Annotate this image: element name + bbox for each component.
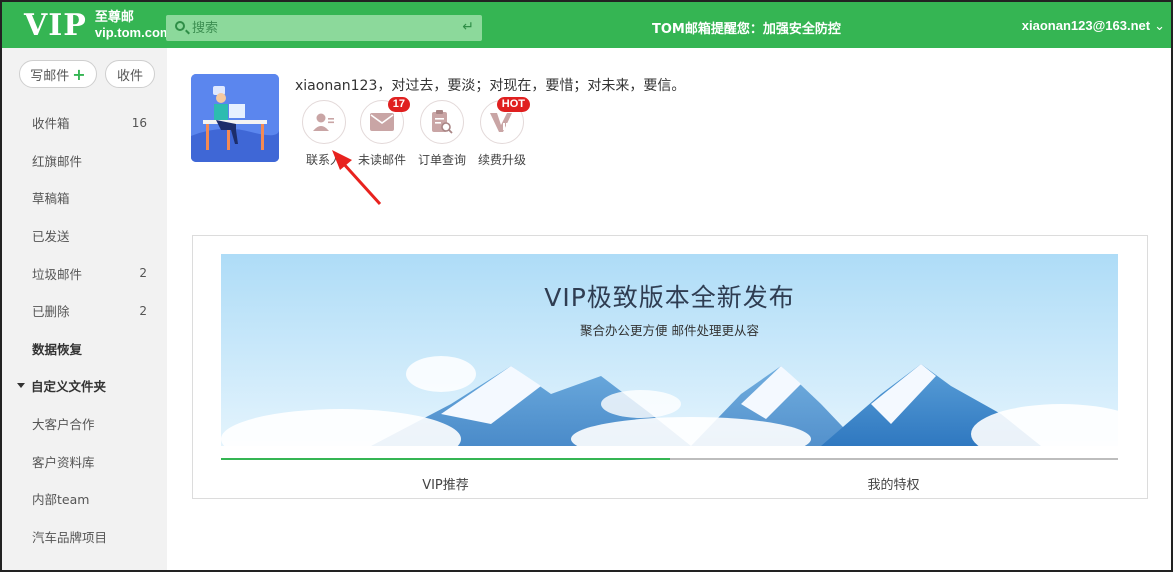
sidebar-item-inbox[interactable]: 收件箱 16 xyxy=(2,104,167,142)
banner-subtitle: 聚合办公更方便 邮件处理更从容 xyxy=(580,323,759,338)
account-email: xiaonan123@163.net xyxy=(1021,18,1151,33)
sidebar-item-data-recovery[interactable]: 数据恢复 xyxy=(2,330,167,368)
security-notice[interactable]: TOM邮箱提醒您：加强安全防控 xyxy=(652,18,841,37)
logo[interactable]: VIP 至尊邮 vip.tom.com xyxy=(24,7,172,43)
folder-list: 收件箱 16 红旗邮件 草稿箱 已发送 垃圾邮件 2 已删除 2 数据恢复 自定义文件… xyxy=(2,104,167,555)
promo-banner[interactable]: VIP极致版本全新发布 聚合办公更方便 邮件处理更从容 xyxy=(221,254,1118,446)
spam-count: 2 xyxy=(139,266,147,281)
unread-count: 16 xyxy=(131,115,147,130)
sidebar-item-deleted[interactable]: 已删除 2 xyxy=(2,292,167,330)
logo-cn-text: 至尊邮 xyxy=(94,10,134,25)
chevron-down-icon: ⌄ xyxy=(1154,18,1165,33)
search-icon xyxy=(175,21,185,31)
shortcut-renew-upgrade[interactable]: HOT 续费升级 xyxy=(472,97,532,168)
account-menu[interactable]: xiaonan123@163.net ⌄ xyxy=(1022,18,1165,34)
sidebar-item-flagged[interactable]: 红旗邮件 xyxy=(2,142,167,180)
tab-my-privileges[interactable]: 我的特权 xyxy=(669,474,1118,493)
top-bar: VIP 至尊邮 vip.tom.com ↵ TOM邮箱提醒您：加强安全防控 xi… xyxy=(2,2,1171,48)
sidebar-item-sent[interactable]: 已发送 xyxy=(2,217,167,255)
shortcut-orders[interactable]: 订单查询 xyxy=(412,100,472,168)
sidebar-item-spam[interactable]: 垃圾邮件 2 xyxy=(2,254,167,292)
deleted-count: 2 xyxy=(139,303,147,318)
shortcut-bar: 联系人 17 未读邮件 订单查询 HOT 续费升级 xyxy=(294,97,532,168)
contacts-icon xyxy=(313,113,334,131)
sidebar: 写邮件 + 收件 收件箱 16 红旗邮件 草稿箱 已发送 垃圾邮件 2 已删除 2 数据… xyxy=(2,48,167,570)
banner-title: VIP极致版本全新发布 xyxy=(544,283,795,312)
greeting-text: xiaonan123，对过去，要淡；对现在，要惜；对未来，要信。 xyxy=(295,78,686,94)
plus-icon: + xyxy=(72,64,86,84)
sidebar-item-custom-folders[interactable]: 自定义文件夹 xyxy=(2,367,167,405)
sidebar-item-folder[interactable]: 大客户合作 xyxy=(2,405,167,443)
promo-card: VIP极致版本全新发布 聚合办公更方便 邮件处理更从容 VIP推荐 我的特权 xyxy=(192,235,1148,499)
receive-button[interactable]: 收件 xyxy=(105,60,155,88)
hot-badge: HOT xyxy=(496,97,530,112)
tab-vip-recommend[interactable]: VIP推荐 xyxy=(221,474,670,493)
logo-vip-text: VIP xyxy=(24,7,87,43)
promo-tabs: VIP推荐 我的特权 xyxy=(221,458,1118,498)
shortcut-contacts[interactable]: 联系人 xyxy=(294,100,354,168)
search-box[interactable]: ↵ xyxy=(166,15,482,41)
enter-icon[interactable]: ↵ xyxy=(462,19,474,35)
logo-domain-text: vip.tom.com xyxy=(94,25,172,40)
sidebar-item-folder[interactable]: 汽车品牌项目 xyxy=(2,518,167,556)
compose-label: 写邮件 xyxy=(30,68,70,84)
active-tab-indicator xyxy=(221,458,670,460)
sidebar-item-folder[interactable]: 客户资料库 xyxy=(2,442,167,480)
mail-icon xyxy=(370,113,394,131)
receive-label: 收件 xyxy=(116,68,143,84)
unread-badge: 17 xyxy=(387,97,410,112)
search-input[interactable] xyxy=(192,18,452,38)
order-icon xyxy=(432,110,453,134)
shortcut-unread-mail[interactable]: 17 未读邮件 xyxy=(352,97,412,168)
sidebar-item-drafts[interactable]: 草稿箱 xyxy=(2,179,167,217)
app-window: VIP 至尊邮 vip.tom.com ↵ TOM邮箱提醒您：加强安全防控 xi… xyxy=(0,0,1173,572)
sidebar-item-folder[interactable]: 内部team xyxy=(2,480,167,518)
compose-button[interactable]: 写邮件 + xyxy=(19,60,97,88)
caret-down-icon[interactable] xyxy=(17,383,25,389)
avatar[interactable] xyxy=(191,74,279,162)
vip-icon xyxy=(490,113,512,132)
avatar-illustration xyxy=(191,74,279,162)
